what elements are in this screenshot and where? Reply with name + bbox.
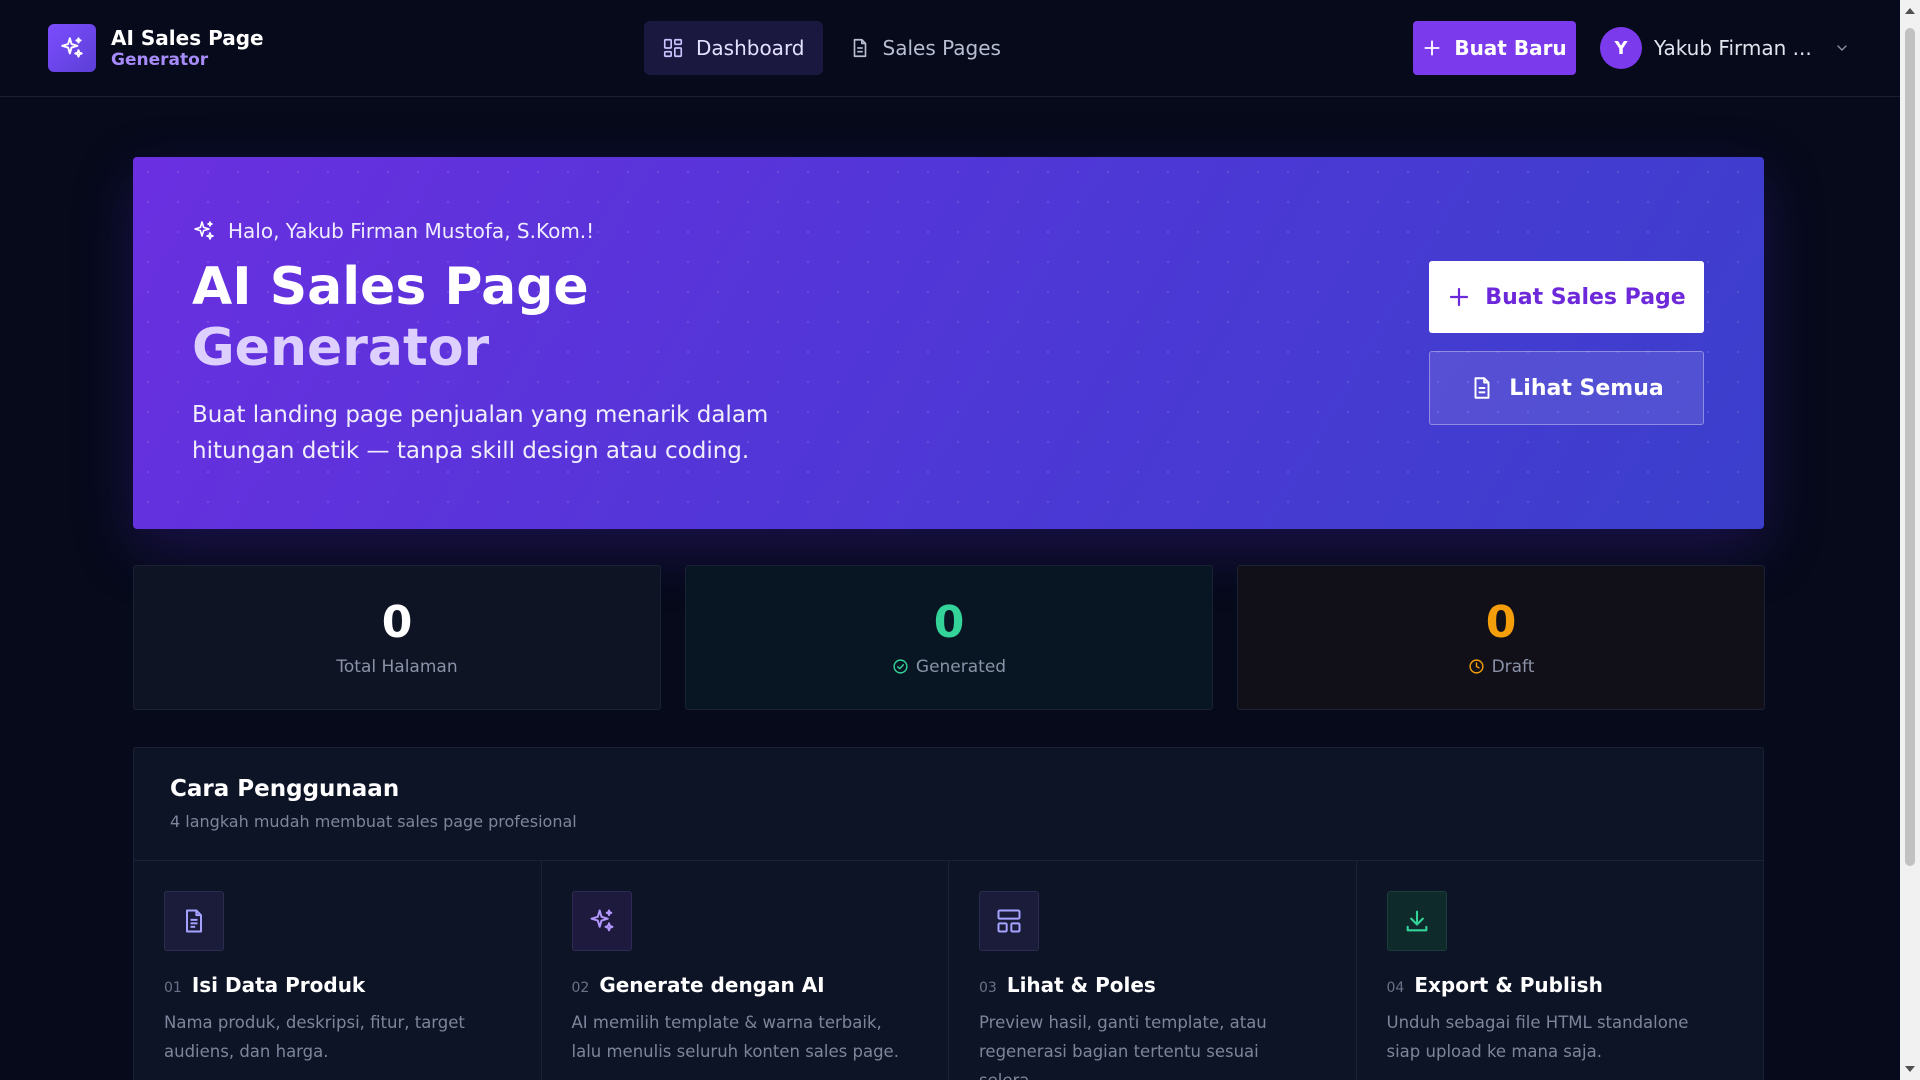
view-all-button[interactable]: Lihat Semua xyxy=(1429,351,1704,425)
check-circle-icon xyxy=(893,659,908,674)
stat-generated-label-text: Generated xyxy=(915,656,1007,677)
step-description: Nama produk, deskripsi, fitur, target au… xyxy=(164,1013,465,1061)
dashboard-grid-icon xyxy=(663,38,683,58)
create-new-label: Buat Baru xyxy=(1454,36,1567,60)
guide-subtitle: 4 langkah mudah membuat sales page profe… xyxy=(170,812,577,831)
step-title: Export & Publish xyxy=(1414,973,1603,997)
main-nav: Dashboard Sales Pages xyxy=(644,21,1019,75)
step-description: Unduh sebagai file HTML standalone siap … xyxy=(1386,1013,1689,1061)
avatar: Y xyxy=(1600,27,1642,69)
step-number: 01 xyxy=(164,980,182,996)
layout-icon xyxy=(979,891,1039,951)
top-navbar: AI Sales Page Generator Dashboard Sales … xyxy=(0,0,1900,97)
step-card: 01 Isi Data Produk Nama produk, deskrips… xyxy=(134,861,542,1080)
plus-icon xyxy=(1450,287,1469,307)
guide-steps: 01 Isi Data Produk Nama produk, deskrips… xyxy=(134,861,1763,1080)
hero-title-line1: AI Sales Page xyxy=(192,257,589,317)
hero-title-line2: Generator xyxy=(192,318,490,378)
stat-draft-value: 0 xyxy=(1485,596,1517,648)
download-icon xyxy=(1386,891,1447,951)
plus-icon xyxy=(1424,40,1440,56)
scroll-up-arrow-icon[interactable] xyxy=(1905,8,1915,14)
stat-total-label: Total Halaman xyxy=(336,657,457,677)
guide-title: Cara Penggunaan xyxy=(170,776,400,802)
stat-generated-label: Generated xyxy=(892,657,1006,677)
step-title: Isi Data Produk xyxy=(191,973,366,997)
create-new-button[interactable]: Buat Baru xyxy=(1413,21,1576,75)
hero-greeting: Halo, Yakub Firman Mustofa, S.Kom.! xyxy=(192,219,594,243)
sparkles-icon xyxy=(571,891,632,951)
step-description: Preview hasil, ganti template, atau rege… xyxy=(979,1013,1267,1080)
step-number: 02 xyxy=(571,980,590,996)
hero-title: AI Sales Page Generator xyxy=(192,257,589,379)
stat-generated-value: 0 xyxy=(933,596,965,648)
scroll-thumb[interactable] xyxy=(1905,28,1915,866)
create-sales-page-button[interactable]: Buat Sales Page xyxy=(1429,261,1704,333)
nav-dashboard[interactable]: Dashboard xyxy=(644,21,823,75)
stat-draft-label: Draft xyxy=(1468,656,1535,677)
step-card: 04 Export & Publish Unduh sebagai file H… xyxy=(1357,861,1764,1080)
document-icon xyxy=(853,38,866,58)
create-sales-page-label: Buat Sales Page xyxy=(1485,284,1686,310)
step-card: 02 Generate dengan AI AI memilih templat… xyxy=(542,861,949,1080)
chevron-down-icon xyxy=(1837,45,1847,51)
brand-subtitle: Generator xyxy=(111,49,209,70)
view-all-label: Lihat Semua xyxy=(1509,375,1664,401)
hero-description: Buat landing page penjualan yang menarik… xyxy=(192,402,769,464)
page-scrollbar[interactable] xyxy=(1900,0,1920,1080)
stat-total-value: 0 xyxy=(381,596,413,648)
clock-icon xyxy=(1468,659,1484,674)
step-title: Generate dengan AI xyxy=(599,973,825,997)
stat-total-label-text: Total Halaman xyxy=(336,656,458,677)
document-icon xyxy=(164,891,224,951)
stat-draft: 0 Draft xyxy=(1237,565,1765,710)
stat-generated: 0 Generated xyxy=(685,565,1213,710)
step-description: AI memilih template & warna terbaik, lal… xyxy=(571,1013,899,1061)
brand-title: AI Sales Page xyxy=(111,25,264,50)
usage-guide-card: Cara Penggunaan 4 langkah mudah membuat … xyxy=(133,747,1764,1080)
user-menu[interactable]: Y Yakub Firman ... xyxy=(1600,27,1850,69)
step-card: 03 Lihat & Poles Preview hasil, ganti te… xyxy=(949,861,1357,1080)
stat-draft-label-text: Draft xyxy=(1491,656,1535,677)
sparkles-icon xyxy=(48,24,96,72)
nav-sales-pages-label: Sales Pages xyxy=(882,36,1001,60)
step-number: 04 xyxy=(1386,980,1405,996)
scroll-down-arrow-icon[interactable] xyxy=(1905,1066,1915,1072)
hero-greeting-text: Halo, Yakub Firman Mustofa, S.Kom.! xyxy=(228,219,595,243)
brand[interactable]: AI Sales Page Generator xyxy=(48,24,264,72)
user-name: Yakub Firman ... xyxy=(1654,36,1812,60)
nav-dashboard-label: Dashboard xyxy=(696,36,805,60)
sparkles-icon xyxy=(194,221,214,240)
step-number: 03 xyxy=(979,980,997,996)
nav-sales-pages[interactable]: Sales Pages xyxy=(831,21,1019,75)
hero-banner: Halo, Yakub Firman Mustofa, S.Kom.! AI S… xyxy=(133,157,1764,529)
step-title: Lihat & Poles xyxy=(1006,973,1156,997)
stat-total-pages: 0 Total Halaman xyxy=(133,565,661,710)
document-icon xyxy=(1474,377,1490,399)
